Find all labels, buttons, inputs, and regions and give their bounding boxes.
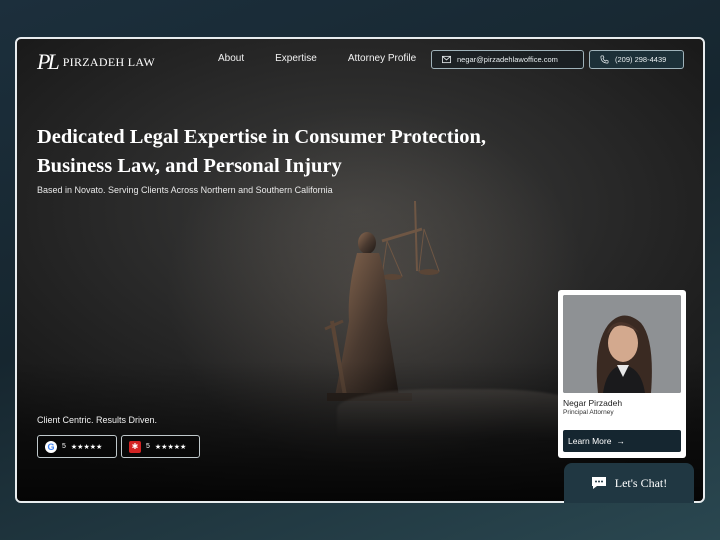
hero-subline: Based in Novato. Serving Clients Across … xyxy=(37,185,333,195)
google-stars: ★★★★★ xyxy=(70,443,103,451)
google-icon: G xyxy=(45,440,57,453)
learn-more-label: Learn More xyxy=(568,436,612,446)
email-label: negar@pirzadehlawoffice.com xyxy=(457,55,558,64)
yelp-rating: 5 xyxy=(146,443,150,450)
yelp-icon: ✱ xyxy=(129,440,141,453)
chat-widget-button[interactable]: Let's Chat! xyxy=(564,463,694,503)
phone-label: (209) 298-4439 xyxy=(615,55,667,64)
attorney-portrait-image xyxy=(563,295,681,393)
google-review-badge[interactable]: G 5 ★★★★★ xyxy=(37,435,117,458)
chat-label: Let's Chat! xyxy=(614,475,668,490)
site-logo[interactable]: PL PIRZADEH LAW xyxy=(37,49,155,75)
hero-headline: Dedicated Legal Expertise in Consumer Pr… xyxy=(37,123,517,181)
tagline: Client Centric. Results Driven. xyxy=(37,415,158,425)
main-nav: About Expertise Attorney Profile xyxy=(218,53,416,64)
nav-about[interactable]: About xyxy=(218,53,244,64)
logo-text: PIRZADEH LAW xyxy=(62,54,155,69)
hero-headline-line1: Dedicated Legal Expertise in Consumer Pr… xyxy=(37,126,487,148)
phone-icon xyxy=(600,55,609,64)
arrow-right-icon: → xyxy=(616,436,625,446)
attorney-role: Principal Attorney xyxy=(563,409,614,416)
nav-expertise[interactable]: Expertise xyxy=(275,53,317,64)
chat-bubble-icon xyxy=(591,477,606,489)
attorney-name: Negar Pirzadeh xyxy=(563,398,623,408)
hero-headline-line2: Business Law, and Personal Injury xyxy=(37,155,342,177)
phone-button[interactable]: (209) 298-4439 xyxy=(589,50,684,69)
mail-icon xyxy=(442,55,451,64)
attorney-photo xyxy=(563,295,681,393)
nav-attorney-profile[interactable]: Attorney Profile xyxy=(348,53,416,64)
attorney-card: Negar Pirzadeh Principal Attorney Learn … xyxy=(558,290,686,458)
logo-mark: PL xyxy=(37,49,60,74)
hero-frame: PL PIRZADEH LAW About Expertise Attorney… xyxy=(15,37,705,503)
learn-more-button[interactable]: Learn More → xyxy=(563,430,681,452)
yelp-review-badge[interactable]: ✱ 5 ★★★★★ xyxy=(121,435,200,458)
yelp-stars: ★★★★★ xyxy=(154,443,187,451)
email-button[interactable]: negar@pirzadehlawoffice.com xyxy=(431,50,584,69)
google-rating: 5 xyxy=(62,443,66,450)
